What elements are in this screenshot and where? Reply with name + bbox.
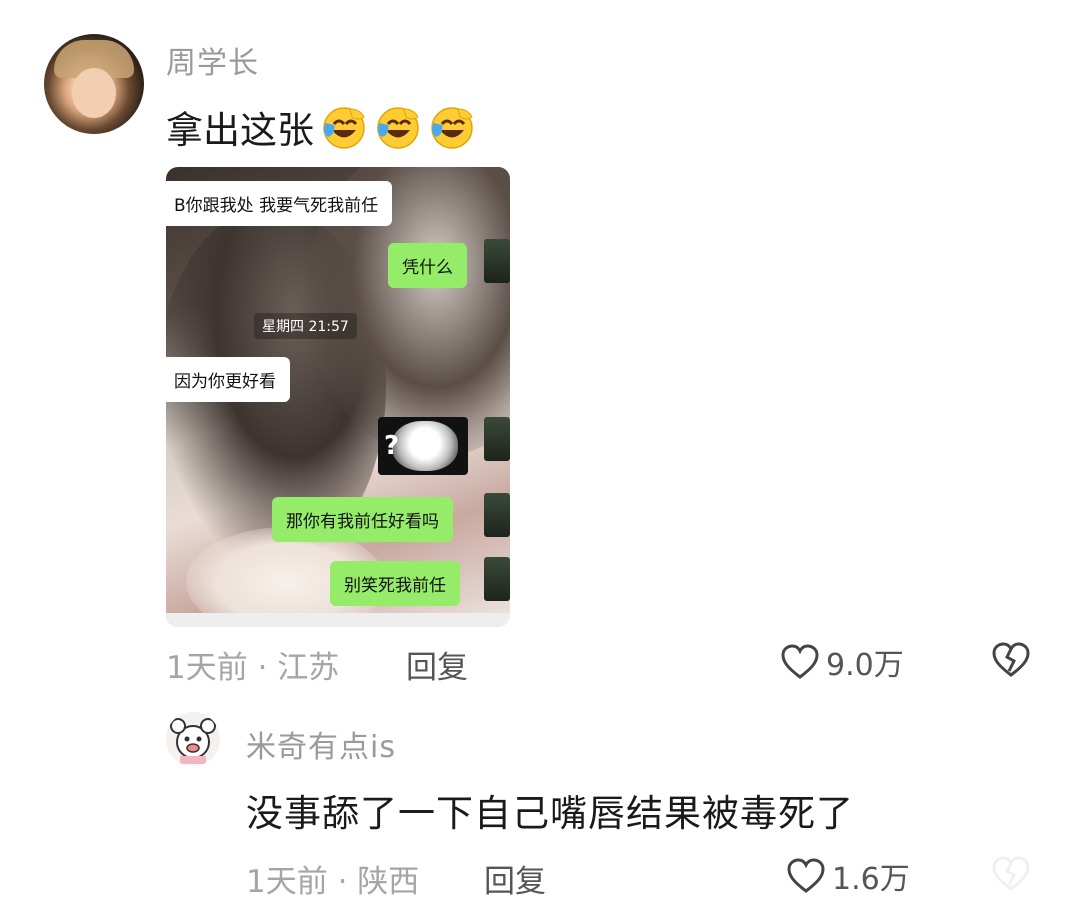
chat-sticker: ? <box>378 417 468 475</box>
comment-meta: 1天前 · 陕西 <box>246 864 420 900</box>
like-count: 9.0万 <box>826 648 904 683</box>
watermark-overlay <box>930 848 1080 918</box>
like-button[interactable]: 9.0万 <box>780 640 904 684</box>
heart-icon <box>787 858 825 893</box>
chat-avatar <box>484 493 510 537</box>
chat-timestamp: 星期四 21:57 <box>254 313 357 339</box>
chat-avatar <box>484 417 510 461</box>
chat-bubble-left: B你跟我处 我要气死我前任 <box>166 181 393 226</box>
chat-bubble-right: 凭什么 <box>388 243 467 288</box>
like-count: 1.6万 <box>832 862 910 897</box>
cartoon-avatar-icon <box>170 718 216 764</box>
dislike-broken-heart-icon[interactable] <box>990 641 1032 679</box>
chat-input-bar <box>166 613 510 627</box>
laughing-crying-emoji-icon <box>431 107 473 149</box>
sticker-face <box>392 421 458 471</box>
sticker-question-mark: ? <box>384 431 400 461</box>
comment-meta: 1天前 · 江苏 <box>166 650 340 686</box>
laughing-crying-emoji-icon <box>377 107 419 149</box>
chat-bubble-right: 那你有我前任好看吗 <box>272 497 453 542</box>
avatar-face <box>72 68 116 118</box>
comment-body: 拿出这张 <box>166 109 314 152</box>
chat-avatar <box>484 557 510 601</box>
laughing-crying-emoji-icon <box>323 107 365 149</box>
heart-icon <box>781 644 819 679</box>
comment-text: 没事舔了一下自己嘴唇结果被毒死了 <box>246 792 854 835</box>
comment-username[interactable]: 周学长 <box>166 38 259 82</box>
comment-username[interactable]: 米奇有点is <box>246 722 396 766</box>
reply-button[interactable]: 回复 <box>484 856 546 901</box>
chat-bubble-left: 因为你更好看 <box>166 357 290 402</box>
comment-image-chat-screenshot[interactable]: B你跟我处 我要气死我前任 凭什么 星期四 21:57 因为你更好看 ? 那你有… <box>166 167 510 627</box>
reply-button[interactable]: 回复 <box>406 642 468 687</box>
like-button[interactable]: 1.6万 <box>786 854 910 898</box>
chat-bubble-right: 别笑死我前任 <box>330 561 460 606</box>
avatar[interactable] <box>166 712 220 766</box>
chat-avatar <box>484 239 510 283</box>
comment-text: 拿出这张 <box>166 100 476 154</box>
avatar[interactable] <box>44 34 144 134</box>
